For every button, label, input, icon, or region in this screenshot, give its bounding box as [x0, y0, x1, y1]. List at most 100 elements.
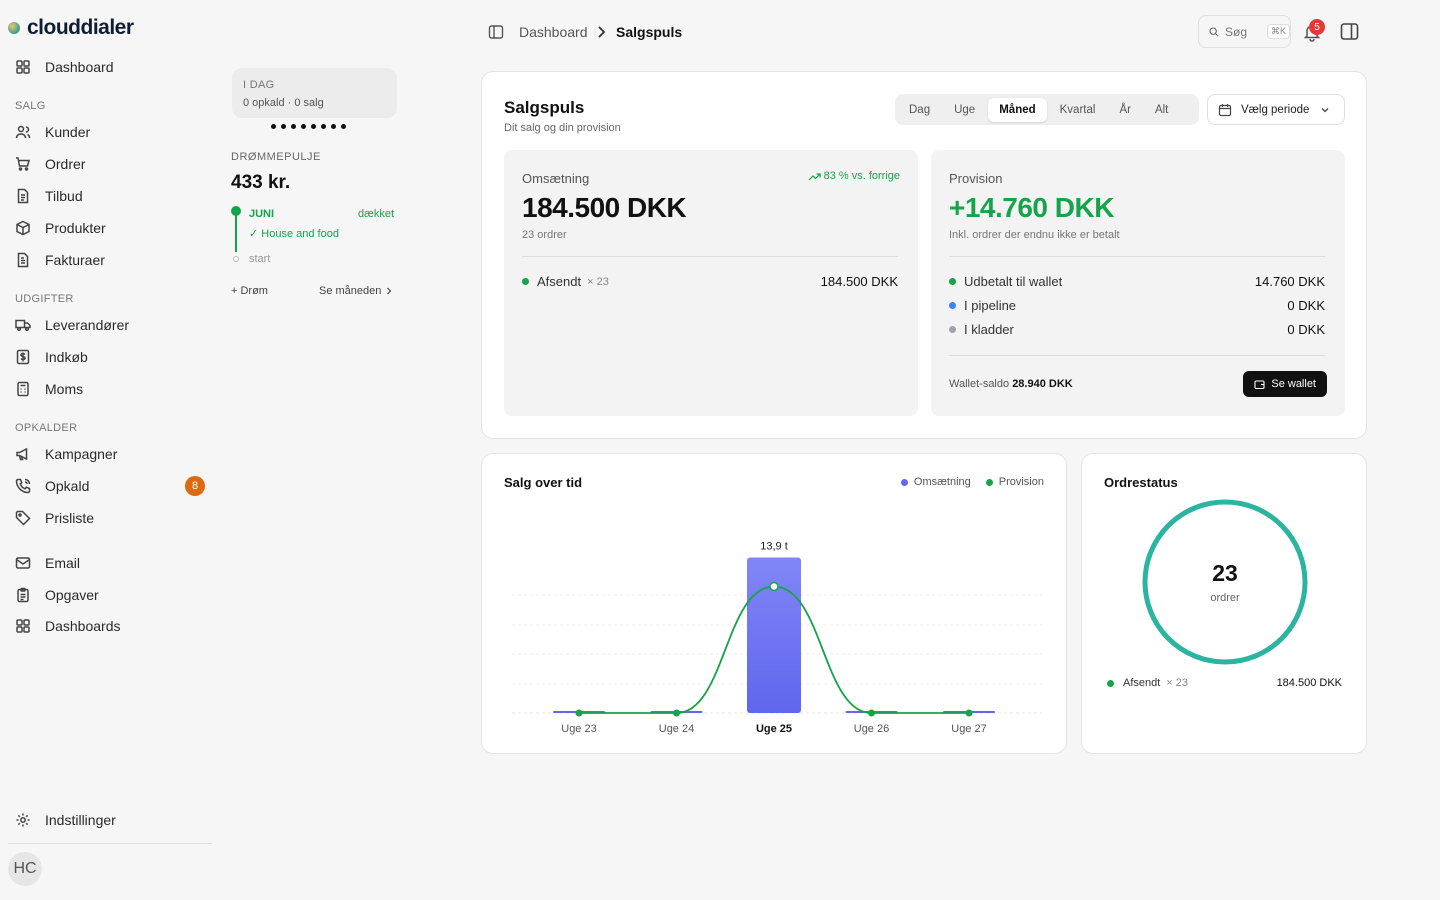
carousel-dot[interactable]: [271, 124, 276, 129]
sidebar-item-label: Produkter: [45, 220, 106, 236]
today-summary: 0 opkald · 0 salg: [243, 97, 324, 109]
carousel-dots[interactable]: [271, 124, 346, 129]
chart-legend: Omsætning Provision: [900, 476, 1044, 488]
sidebar-item-label: Dashboards: [45, 618, 121, 634]
provision-point: [575, 709, 583, 717]
period-tab-alt[interactable]: Alt: [1144, 98, 1179, 122]
sidebar-item-label: Tilbud: [45, 188, 83, 204]
sidebar-item-label: Opgaver: [45, 587, 99, 603]
breadcrumb-dashboard[interactable]: Dashboard: [519, 24, 588, 40]
clipboard-icon: [17, 587, 29, 603]
legend-item-provision[interactable]: Provision: [985, 476, 1044, 488]
see-wallet-button[interactable]: Se wallet: [1243, 371, 1327, 397]
sidebar-item-indstillinger[interactable]: Indstillinger: [15, 809, 205, 831]
carousel-dot[interactable]: [291, 124, 296, 129]
period-tab-ar[interactable]: År: [1108, 98, 1142, 122]
sidebar-item-tilbud[interactable]: Tilbud: [15, 185, 205, 207]
timeline-status: dækket: [358, 208, 395, 220]
timeline-line: [235, 214, 237, 252]
carousel-dot[interactable]: [341, 124, 346, 129]
commission-panel: Provision +14.760 DKK Inkl. ordrer der e…: [931, 150, 1345, 416]
row-amount: 0 DKK: [1287, 322, 1325, 337]
sidebar-item-label: Email: [45, 555, 81, 571]
sidebar-item-ordrer[interactable]: Ordrer: [15, 153, 205, 175]
timeline-dot: [231, 206, 241, 216]
section-title-udgifter: UDGIFTER: [15, 293, 74, 305]
legend-swatch: [900, 478, 908, 486]
see-month-label: Se måneden: [319, 285, 382, 297]
see-month-link[interactable]: Se måneden: [319, 285, 393, 297]
search-box[interactable]: ⌘K: [1198, 15, 1291, 48]
sales-chart: Uge 23 Uge 24 13,9 t Uge 25 Uge 26 Uge 27: [512, 540, 1042, 735]
sidebar-item-kunder[interactable]: Kunder: [15, 121, 205, 143]
avatar[interactable]: HC: [8, 852, 42, 886]
sidebar-item-email[interactable]: Email: [15, 552, 205, 574]
add-dream-button[interactable]: + Drøm: [231, 285, 268, 297]
commission-row-wallet: Udbetalt til wallet 14.760 DKK: [949, 274, 1325, 289]
sidebar-item-dashboards[interactable]: Dashboards: [15, 615, 205, 637]
sidebar-item-indkob[interactable]: Indkøb: [15, 346, 205, 368]
chevron-right-icon: [387, 287, 392, 295]
carousel-dot[interactable]: [321, 124, 326, 129]
status-dot: [949, 326, 956, 333]
period-tab-kvartal[interactable]: Kvartal: [1049, 98, 1107, 122]
chart-title: Salg over tid: [504, 475, 583, 490]
breadcrumb-current: Salgspuls: [616, 24, 683, 40]
x-tick-label: Uge 23: [561, 723, 596, 735]
commission-divider-2: [949, 355, 1325, 356]
carousel-dot[interactable]: [331, 124, 336, 129]
legend-item-omsaetning[interactable]: Omsætning: [900, 476, 971, 488]
row-label: I pipeline: [964, 298, 1017, 313]
sidebar-item-produkter[interactable]: Produkter: [15, 217, 205, 239]
carousel-dot[interactable]: [281, 124, 286, 129]
logo-mark-icon: [8, 22, 20, 34]
right-panel-toggle-icon[interactable]: [1340, 22, 1359, 41]
search-icon: [1209, 26, 1219, 37]
commission-value: +14.760 DKK: [949, 192, 1114, 223]
timeline-item: ✓ House and food: [249, 228, 339, 240]
sidebar-item-label: Kampagner: [45, 446, 118, 462]
revenue-row-afsendt[interactable]: Afsendt × 23 184.500 DKK: [522, 274, 898, 289]
sidebar-item-opkald[interactable]: Opkald 8: [15, 475, 205, 497]
sidebar-item-moms[interactable]: Moms: [15, 378, 205, 400]
sidebar-item-leverandorer[interactable]: Leverandører: [15, 314, 205, 336]
timeline-start: start: [249, 253, 271, 265]
invoice-icon: [17, 252, 29, 268]
sidebar-item-fakturaer[interactable]: Fakturaer: [15, 249, 205, 271]
sidebar-item-label: Fakturaer: [45, 252, 105, 268]
sidebar-item-opgaver[interactable]: Opgaver: [15, 584, 205, 606]
wallet-balance: Wallet-saldo 28.940 DKK: [949, 378, 1073, 390]
today-card[interactable]: I DAG 0 opkald · 0 salg: [232, 68, 397, 118]
x-tick-label: Uge 26: [854, 723, 889, 735]
order-status-row-afsendt[interactable]: Afsendt × 23 184.500 DKK: [1107, 677, 1342, 689]
period-tab-dag[interactable]: Dag: [898, 98, 941, 122]
users-icon: [15, 125, 31, 139]
revenue-label: Omsætning: [522, 171, 590, 186]
carousel-dot[interactable]: [311, 124, 316, 129]
row-label: I kladder: [964, 322, 1014, 337]
mail-icon: [15, 557, 31, 569]
sidebar-item-prisliste[interactable]: Prisliste: [15, 507, 205, 529]
carousel-dot[interactable]: [301, 124, 306, 129]
app-name: clouddialer: [27, 16, 134, 39]
sales-over-time-card: Uge 23 Uge 24 13,9 t Uge 25 Uge 26 Uge 27 Sal…: [481, 453, 1067, 754]
search-input[interactable]: [1224, 24, 1261, 39]
sidebar-item-label: Opkald: [45, 478, 90, 494]
choose-period-button[interactable]: Vælg periode: [1207, 94, 1345, 125]
sidebar-item-kampagner[interactable]: Kampagner: [15, 443, 205, 465]
row-label: Afsendt: [1123, 677, 1161, 689]
commission-divider: [949, 256, 1325, 257]
period-tab-uge[interactable]: Uge: [943, 98, 986, 122]
sidebar-toggle-icon[interactable]: [488, 24, 504, 40]
timeline-start-dot: [233, 256, 239, 262]
tag-icon: [15, 510, 31, 526]
period-tab-maned[interactable]: Måned: [988, 97, 1047, 122]
sidebar-item-dashboard[interactable]: Dashboard: [15, 56, 205, 78]
dollar-icon: [16, 349, 30, 365]
sidebar: clouddialer Dashboard SALG Kunder Ordrer…: [0, 0, 212, 900]
app-logo[interactable]: clouddialer: [8, 16, 134, 40]
chevron-down-icon: [1321, 107, 1329, 112]
sidebar-item-label: Leverandører: [45, 317, 130, 333]
row-amount: 14.760 DKK: [1254, 274, 1325, 289]
provision-point: [769, 581, 779, 592]
